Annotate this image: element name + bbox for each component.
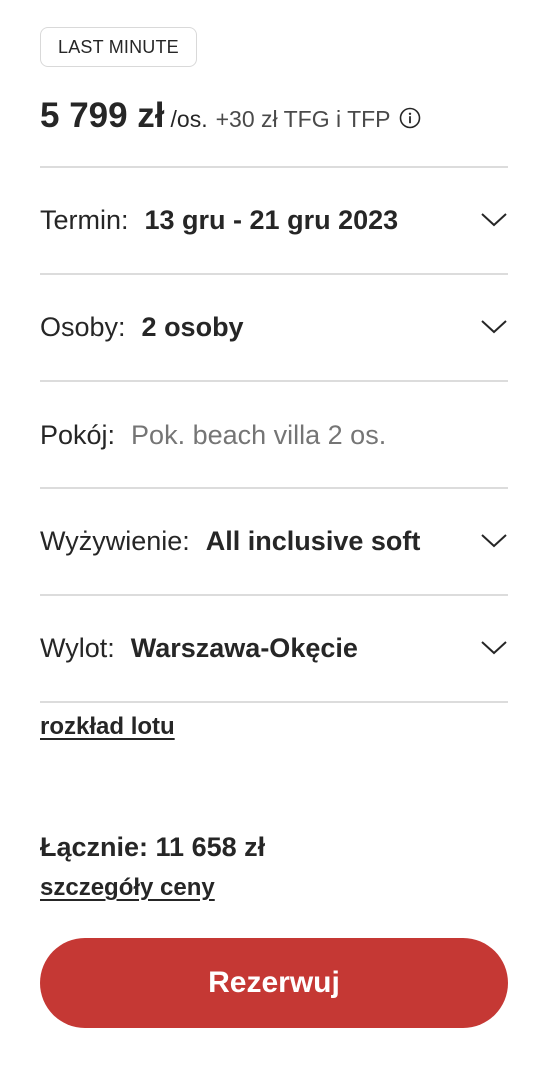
chevron-down-icon xyxy=(481,213,507,227)
price-row: 5 799 zł /os. +30 zł TFG i TFP xyxy=(40,96,421,136)
chevron-down-icon xyxy=(481,534,507,548)
flight-schedule-link[interactable]: rozkład lotu xyxy=(40,713,175,741)
date-label: Termin: xyxy=(40,204,129,235)
departure-value: Warszawa-Okęcie xyxy=(130,632,358,663)
chevron-down-icon xyxy=(481,641,507,655)
info-circle-icon[interactable] xyxy=(399,107,421,129)
divider xyxy=(40,273,508,275)
divider xyxy=(40,380,508,382)
board-label: Wyżywienie: xyxy=(40,525,190,556)
date-selector[interactable]: Termin: 13 gru - 21 gru 2023 xyxy=(40,190,508,250)
room-field: Pokój: Pok. beach villa 2 os. xyxy=(40,405,508,465)
divider xyxy=(40,166,508,168)
divider xyxy=(40,487,508,489)
persons-label: Osoby: xyxy=(40,311,126,342)
price-details-link[interactable]: szczegóły ceny xyxy=(40,874,215,902)
room-label: Pokój: xyxy=(40,419,116,450)
departure-label: Wylot: xyxy=(40,632,115,663)
divider xyxy=(40,594,508,596)
board-selector[interactable]: Wyżywienie: All inclusive soft xyxy=(40,511,508,571)
divider xyxy=(40,701,508,703)
last-minute-badge: LAST MINUTE xyxy=(40,27,197,67)
board-value: All inclusive soft xyxy=(205,525,421,556)
persons-selector[interactable]: Osoby: 2 osoby xyxy=(40,297,508,357)
total-price: Łącznie: 11 658 zł xyxy=(40,832,266,862)
chevron-down-icon xyxy=(481,320,507,334)
price-extra-fees: +30 zł TFG i TFP xyxy=(215,106,391,132)
book-button[interactable]: Rezerwuj xyxy=(40,938,508,1028)
price-amount: 5 799 zł xyxy=(40,96,165,135)
departure-selector[interactable]: Wylot: Warszawa-Okęcie xyxy=(40,618,508,678)
date-value: 13 gru - 21 gru 2023 xyxy=(144,204,399,235)
persons-value: 2 osoby xyxy=(141,311,244,342)
price-per-person: /os. xyxy=(170,106,208,132)
room-value: Pok. beach villa 2 os. xyxy=(131,419,387,450)
